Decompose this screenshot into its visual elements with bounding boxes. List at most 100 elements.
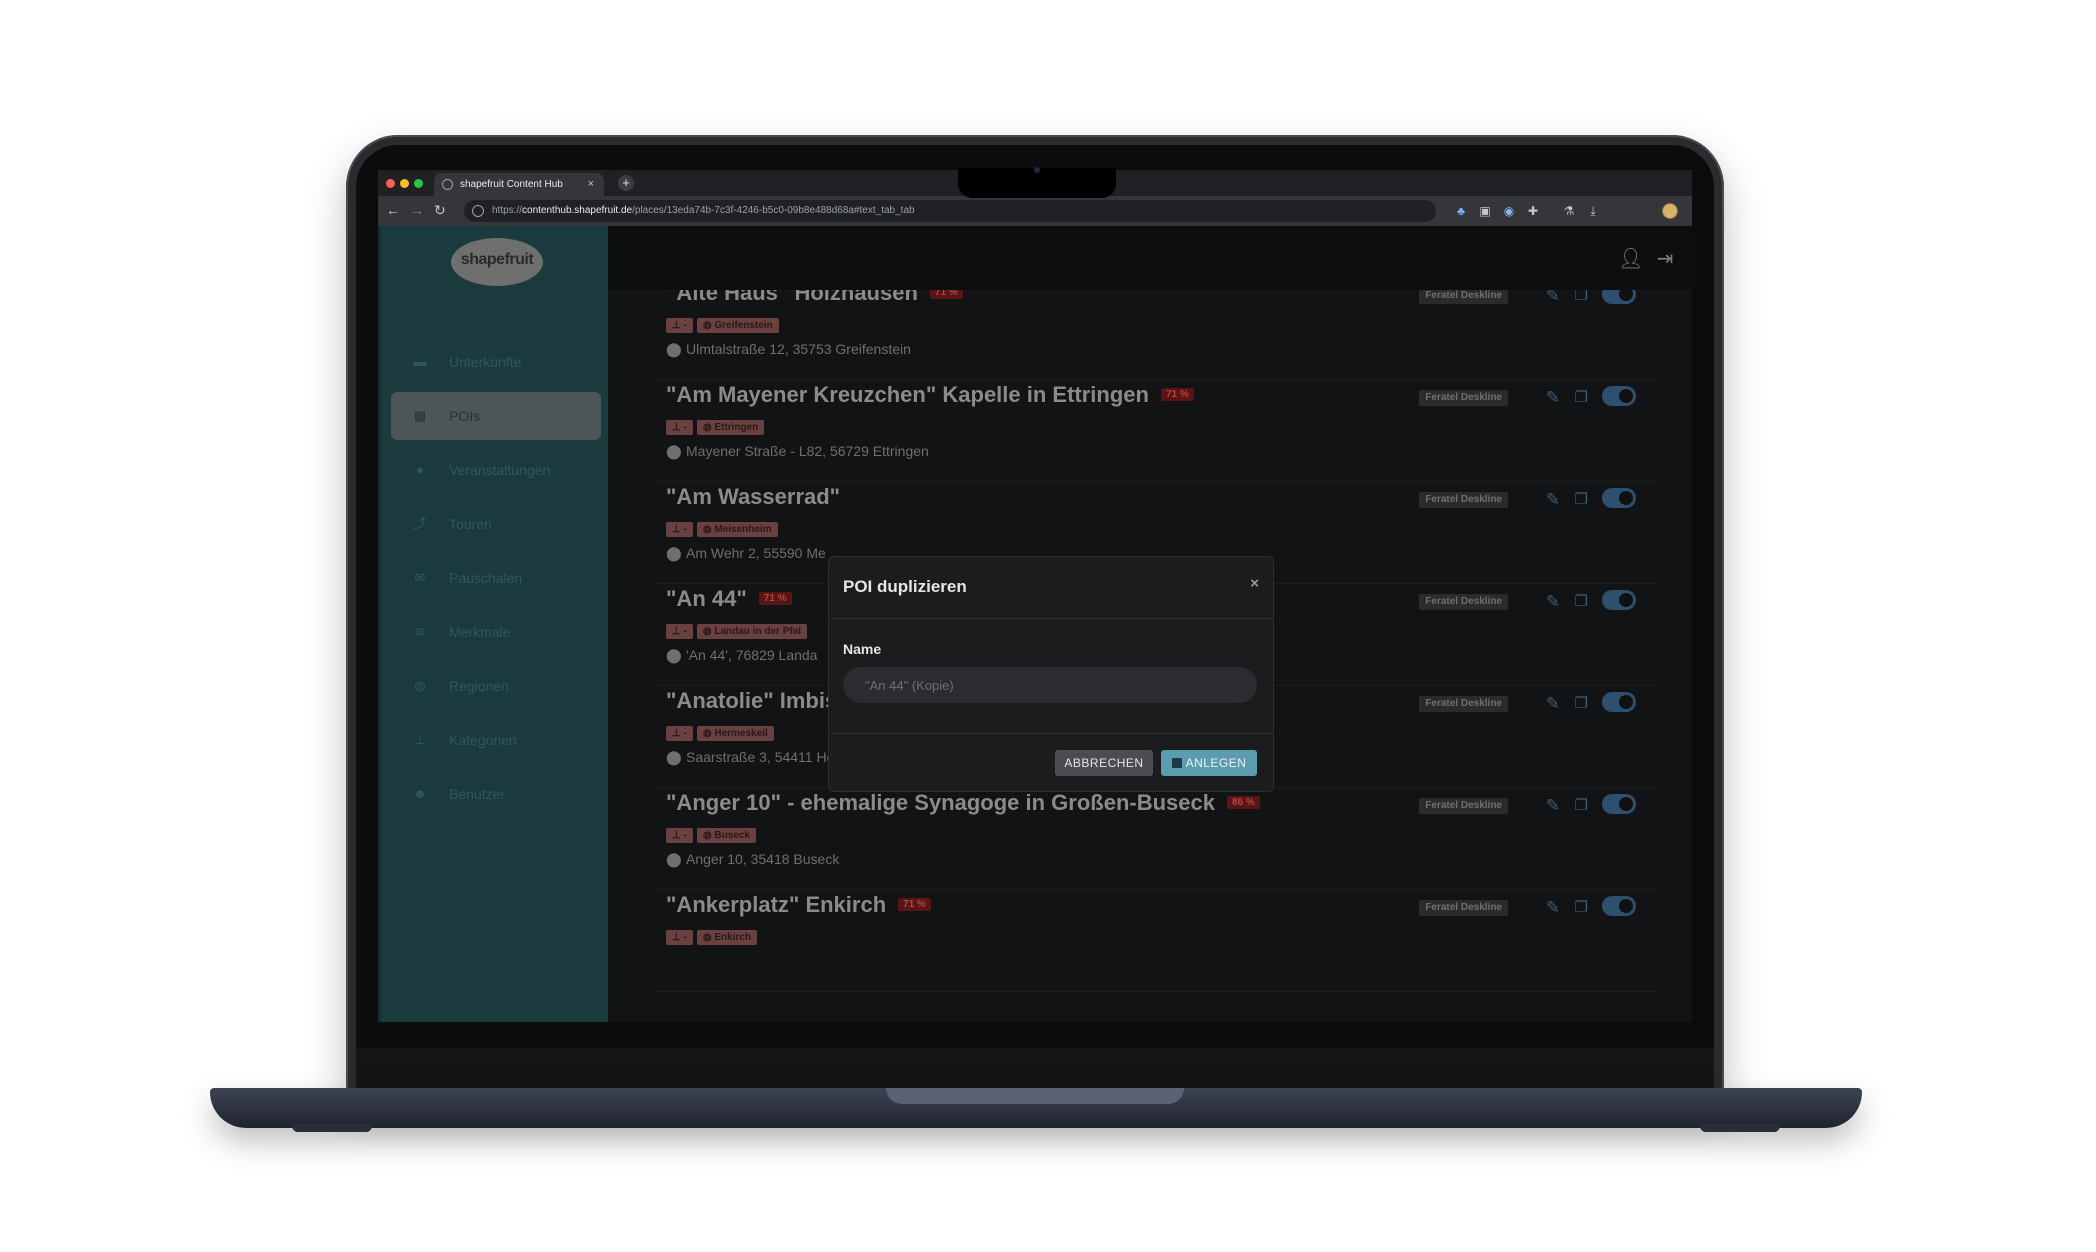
- profile-avatar[interactable]: [1662, 203, 1678, 219]
- edit-icon[interactable]: ✎: [1546, 898, 1560, 918]
- list-item[interactable]: "Am Mayener Kreuzchen" Kapelle in Ettrin…: [656, 368, 1656, 482]
- sitemap-icon: ⊥: [672, 320, 684, 331]
- sidebar-item-unterk-nfte[interactable]: ▬ Unterkünfte: [391, 338, 601, 386]
- globe-icon: ◍: [702, 422, 715, 433]
- region-badge-text: Greifenstein: [714, 320, 773, 331]
- map-marker-icon: ⬤: [666, 851, 682, 867]
- address-bar[interactable]: https://contenthub.shapefruit.de/places/…: [464, 200, 1436, 222]
- category-badge-text: -: [683, 320, 687, 331]
- globe-icon: ◍: [702, 320, 715, 331]
- sidebar-item-label: Unterkünfte: [449, 354, 522, 370]
- calendar-icon: ▦: [413, 408, 427, 423]
- sidebar-item-merkmale[interactable]: ≋ Merkmale: [391, 608, 601, 656]
- active-toggle[interactable]: [1602, 386, 1636, 406]
- sidebar-nav: ▬ Unterkünfte ▦ POIs ● Veranstaltungen ⤴ Touren…: [391, 338, 601, 824]
- poi-title-text: "Am Mayener Kreuzchen" Kapelle in Ettrin…: [666, 382, 1149, 407]
- poi-title[interactable]: "An 44" 71 %: [666, 586, 792, 612]
- active-toggle[interactable]: [1602, 794, 1636, 814]
- copy-icon[interactable]: ❐: [1575, 796, 1588, 814]
- completeness-badge: 71 %: [1160, 387, 1194, 401]
- copy-icon[interactable]: ❐: [1575, 490, 1588, 508]
- sidebar-item-kategorien[interactable]: ⊥ Kategorien: [391, 716, 601, 764]
- copy-icon[interactable]: ❐: [1575, 290, 1588, 304]
- stage: shapefruit Content Hub × + ← → ↻ https:/…: [0, 0, 2096, 1252]
- edit-icon[interactable]: ✎: [1546, 290, 1560, 306]
- users-icon: ☻: [413, 786, 427, 801]
- browser-tab[interactable]: shapefruit Content Hub ×: [434, 173, 604, 196]
- category-badge: ⊥ -: [666, 318, 693, 333]
- poi-title[interactable]: "Alte Haus" Holzhausen 71 %: [666, 290, 963, 306]
- flask-icon[interactable]: ⚗: [1562, 204, 1576, 218]
- edit-icon[interactable]: ✎: [1546, 388, 1560, 408]
- password-manager-icon[interactable]: ◉: [1502, 204, 1516, 218]
- back-arrow-icon[interactable]: ←: [386, 202, 400, 218]
- category-badge-text: -: [683, 830, 687, 841]
- active-toggle[interactable]: [1602, 896, 1636, 916]
- cancel-button[interactable]: ABBRECHEN: [1055, 750, 1153, 776]
- active-toggle[interactable]: [1602, 290, 1636, 304]
- reload-icon[interactable]: ↻: [434, 202, 446, 219]
- poi-title[interactable]: "Am Mayener Kreuzchen" Kapelle in Ettrin…: [666, 382, 1194, 408]
- source-badge: Feratel Deskline: [1419, 696, 1508, 712]
- list-item[interactable]: "Alte Haus" Holzhausen 71 % ⊥ - ◍ Greifenst…: [656, 290, 1656, 380]
- window-minimize-button[interactable]: [400, 179, 409, 188]
- copy-icon[interactable]: ❐: [1575, 898, 1588, 916]
- camera-icon[interactable]: ▣: [1478, 204, 1492, 218]
- download-icon[interactable]: ⤓: [1586, 204, 1600, 218]
- sidebar-item-regionen[interactable]: ◍ Regionen: [391, 662, 601, 710]
- site-info-icon[interactable]: [472, 205, 484, 217]
- map-marker-icon: ⬤: [666, 443, 682, 459]
- edit-icon[interactable]: ✎: [1546, 490, 1560, 510]
- copy-icon[interactable]: ❐: [1575, 592, 1588, 610]
- sitemap-icon: ⊥: [672, 728, 684, 739]
- sidebar-item-benutzer[interactable]: ☻ Benutzer: [391, 770, 601, 818]
- sidebar-item-label: Kategorien: [449, 732, 517, 748]
- poi-title[interactable]: "Am Wasserrad": [666, 484, 840, 510]
- user-icon[interactable]: 👤︎: [1618, 248, 1643, 270]
- forward-arrow-icon[interactable]: →: [410, 202, 424, 218]
- sidebar-item-touren[interactable]: ⤴ Touren: [391, 500, 601, 548]
- sidebar: shapefruit ▬ Unterkünfte ▦ POIs ● Veranstaltu…: [378, 226, 608, 1022]
- region-badge-text: Landau in der Pfal: [714, 626, 802, 637]
- poi-title[interactable]: "Anger 10" - ehemalige Synagoge in Große…: [666, 790, 1260, 816]
- dialog-footer: ABBRECHEN ANLEGEN: [829, 733, 1273, 791]
- window-zoom-button[interactable]: [414, 179, 423, 188]
- window-close-button[interactable]: [386, 179, 395, 188]
- close-icon[interactable]: ×: [1250, 575, 1259, 592]
- screen: shapefruit Content Hub × + ← → ↻ https:/…: [378, 170, 1692, 1022]
- name-input[interactable]: [843, 667, 1257, 703]
- poi-title-text: "Anger 10" - ehemalige Synagoge in Große…: [666, 790, 1216, 815]
- list-item[interactable]: "Anger 10" - ehemalige Synagoge in Große…: [656, 776, 1656, 890]
- logout-icon[interactable]: ⇥: [1654, 248, 1676, 270]
- edit-icon[interactable]: ✎: [1546, 694, 1560, 714]
- extension-bell-icon[interactable]: ♣: [1454, 204, 1468, 218]
- map-marker-icon: ●: [416, 462, 424, 477]
- copy-icon[interactable]: ❐: [1575, 388, 1588, 406]
- sidebar-item-pauschalen[interactable]: ✉ Pauschalen: [391, 554, 601, 602]
- completeness-badge: 71 %: [758, 591, 792, 605]
- poi-title-text: "Alte Haus" Holzhausen: [666, 290, 918, 305]
- close-icon[interactable]: ×: [588, 178, 594, 190]
- active-toggle[interactable]: [1602, 692, 1636, 712]
- create-button[interactable]: ANLEGEN: [1161, 750, 1257, 776]
- region-badge-text: Meisenheim: [714, 524, 772, 535]
- active-toggle[interactable]: [1602, 590, 1636, 610]
- new-tab-button[interactable]: +: [618, 175, 634, 191]
- browser-toolbar: ← → ↻ https://contenthub.shapefruit.de/p…: [378, 196, 1692, 226]
- poi-address-text: Ulmtalstraße 12, 35753 Greifenstein: [686, 341, 911, 357]
- poi-title[interactable]: "Ankerplatz" Enkirch 71 %: [666, 892, 931, 918]
- sidebar-item-label: Regionen: [449, 678, 509, 694]
- sidebar-item-pois[interactable]: ▦ POIs: [391, 392, 601, 440]
- edit-icon[interactable]: ✎: [1546, 592, 1560, 612]
- sidebar-item-veranstaltungen[interactable]: ● Veranstaltungen: [391, 446, 601, 494]
- copy-icon[interactable]: ❐: [1575, 694, 1588, 712]
- logo[interactable]: shapefruit: [451, 238, 543, 286]
- active-toggle[interactable]: [1602, 488, 1636, 508]
- dialog-header: POI duplizieren ×: [829, 557, 1273, 619]
- poi-address-text: Mayener Straße - L82, 56729 Ettringen: [686, 443, 929, 459]
- globe-icon: [442, 179, 453, 190]
- list-item[interactable]: "Ankerplatz" Enkirch 71 % ⊥ - ◍ Enkirch Fera…: [656, 878, 1656, 992]
- source-badge: Feratel Deskline: [1419, 492, 1508, 508]
- edit-icon[interactable]: ✎: [1546, 796, 1560, 816]
- extensions-puzzle-icon[interactable]: ✚: [1526, 204, 1540, 218]
